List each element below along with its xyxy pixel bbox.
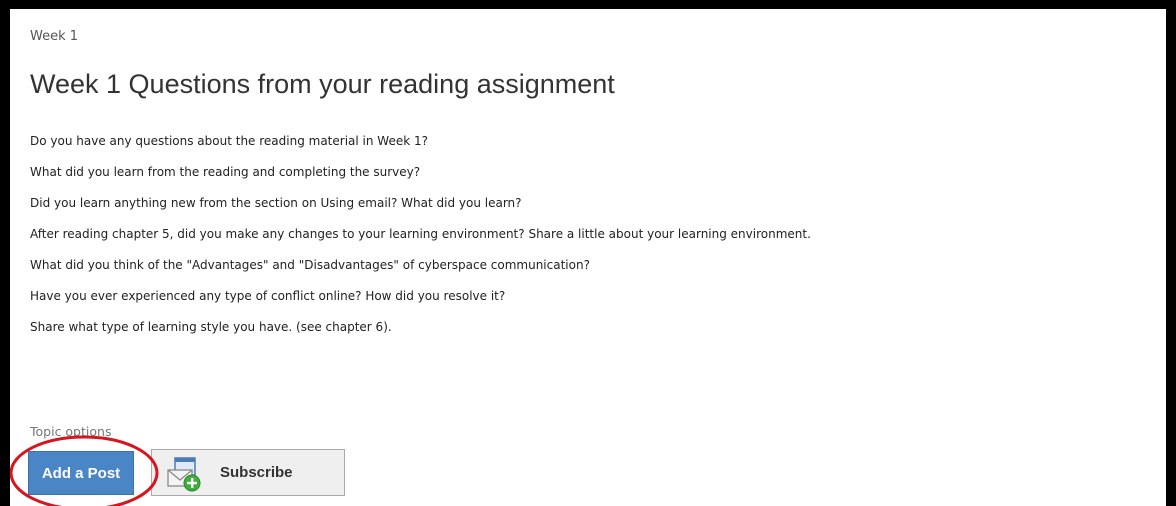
question-item: Did you learn anything new from the sect… (30, 196, 522, 210)
add-post-button[interactable]: Add a Post (28, 451, 134, 495)
topic-options-label: Topic options (30, 424, 112, 439)
question-item: What did you think of the "Advantages" a… (30, 258, 590, 272)
discussion-topic-panel: Week 1 Week 1 Questions from your readin… (10, 9, 1166, 506)
question-item: Have you ever experienced any type of co… (30, 289, 506, 303)
topic-title: Week 1 Questions from your reading assig… (30, 69, 615, 99)
subscribe-label: Subscribe (220, 464, 293, 481)
question-item: Do you have any questions about the read… (30, 134, 428, 148)
question-item: Share what type of learning style you ha… (30, 320, 392, 334)
question-list: Do you have any questions about the read… (30, 134, 811, 351)
mail-plus-icon (167, 457, 201, 492)
question-item: What did you learn from the reading and … (30, 165, 421, 179)
subscribe-button[interactable]: Subscribe (151, 449, 345, 496)
question-item: After reading chapter 5, did you make an… (30, 227, 811, 241)
breadcrumb[interactable]: Week 1 (30, 29, 78, 44)
